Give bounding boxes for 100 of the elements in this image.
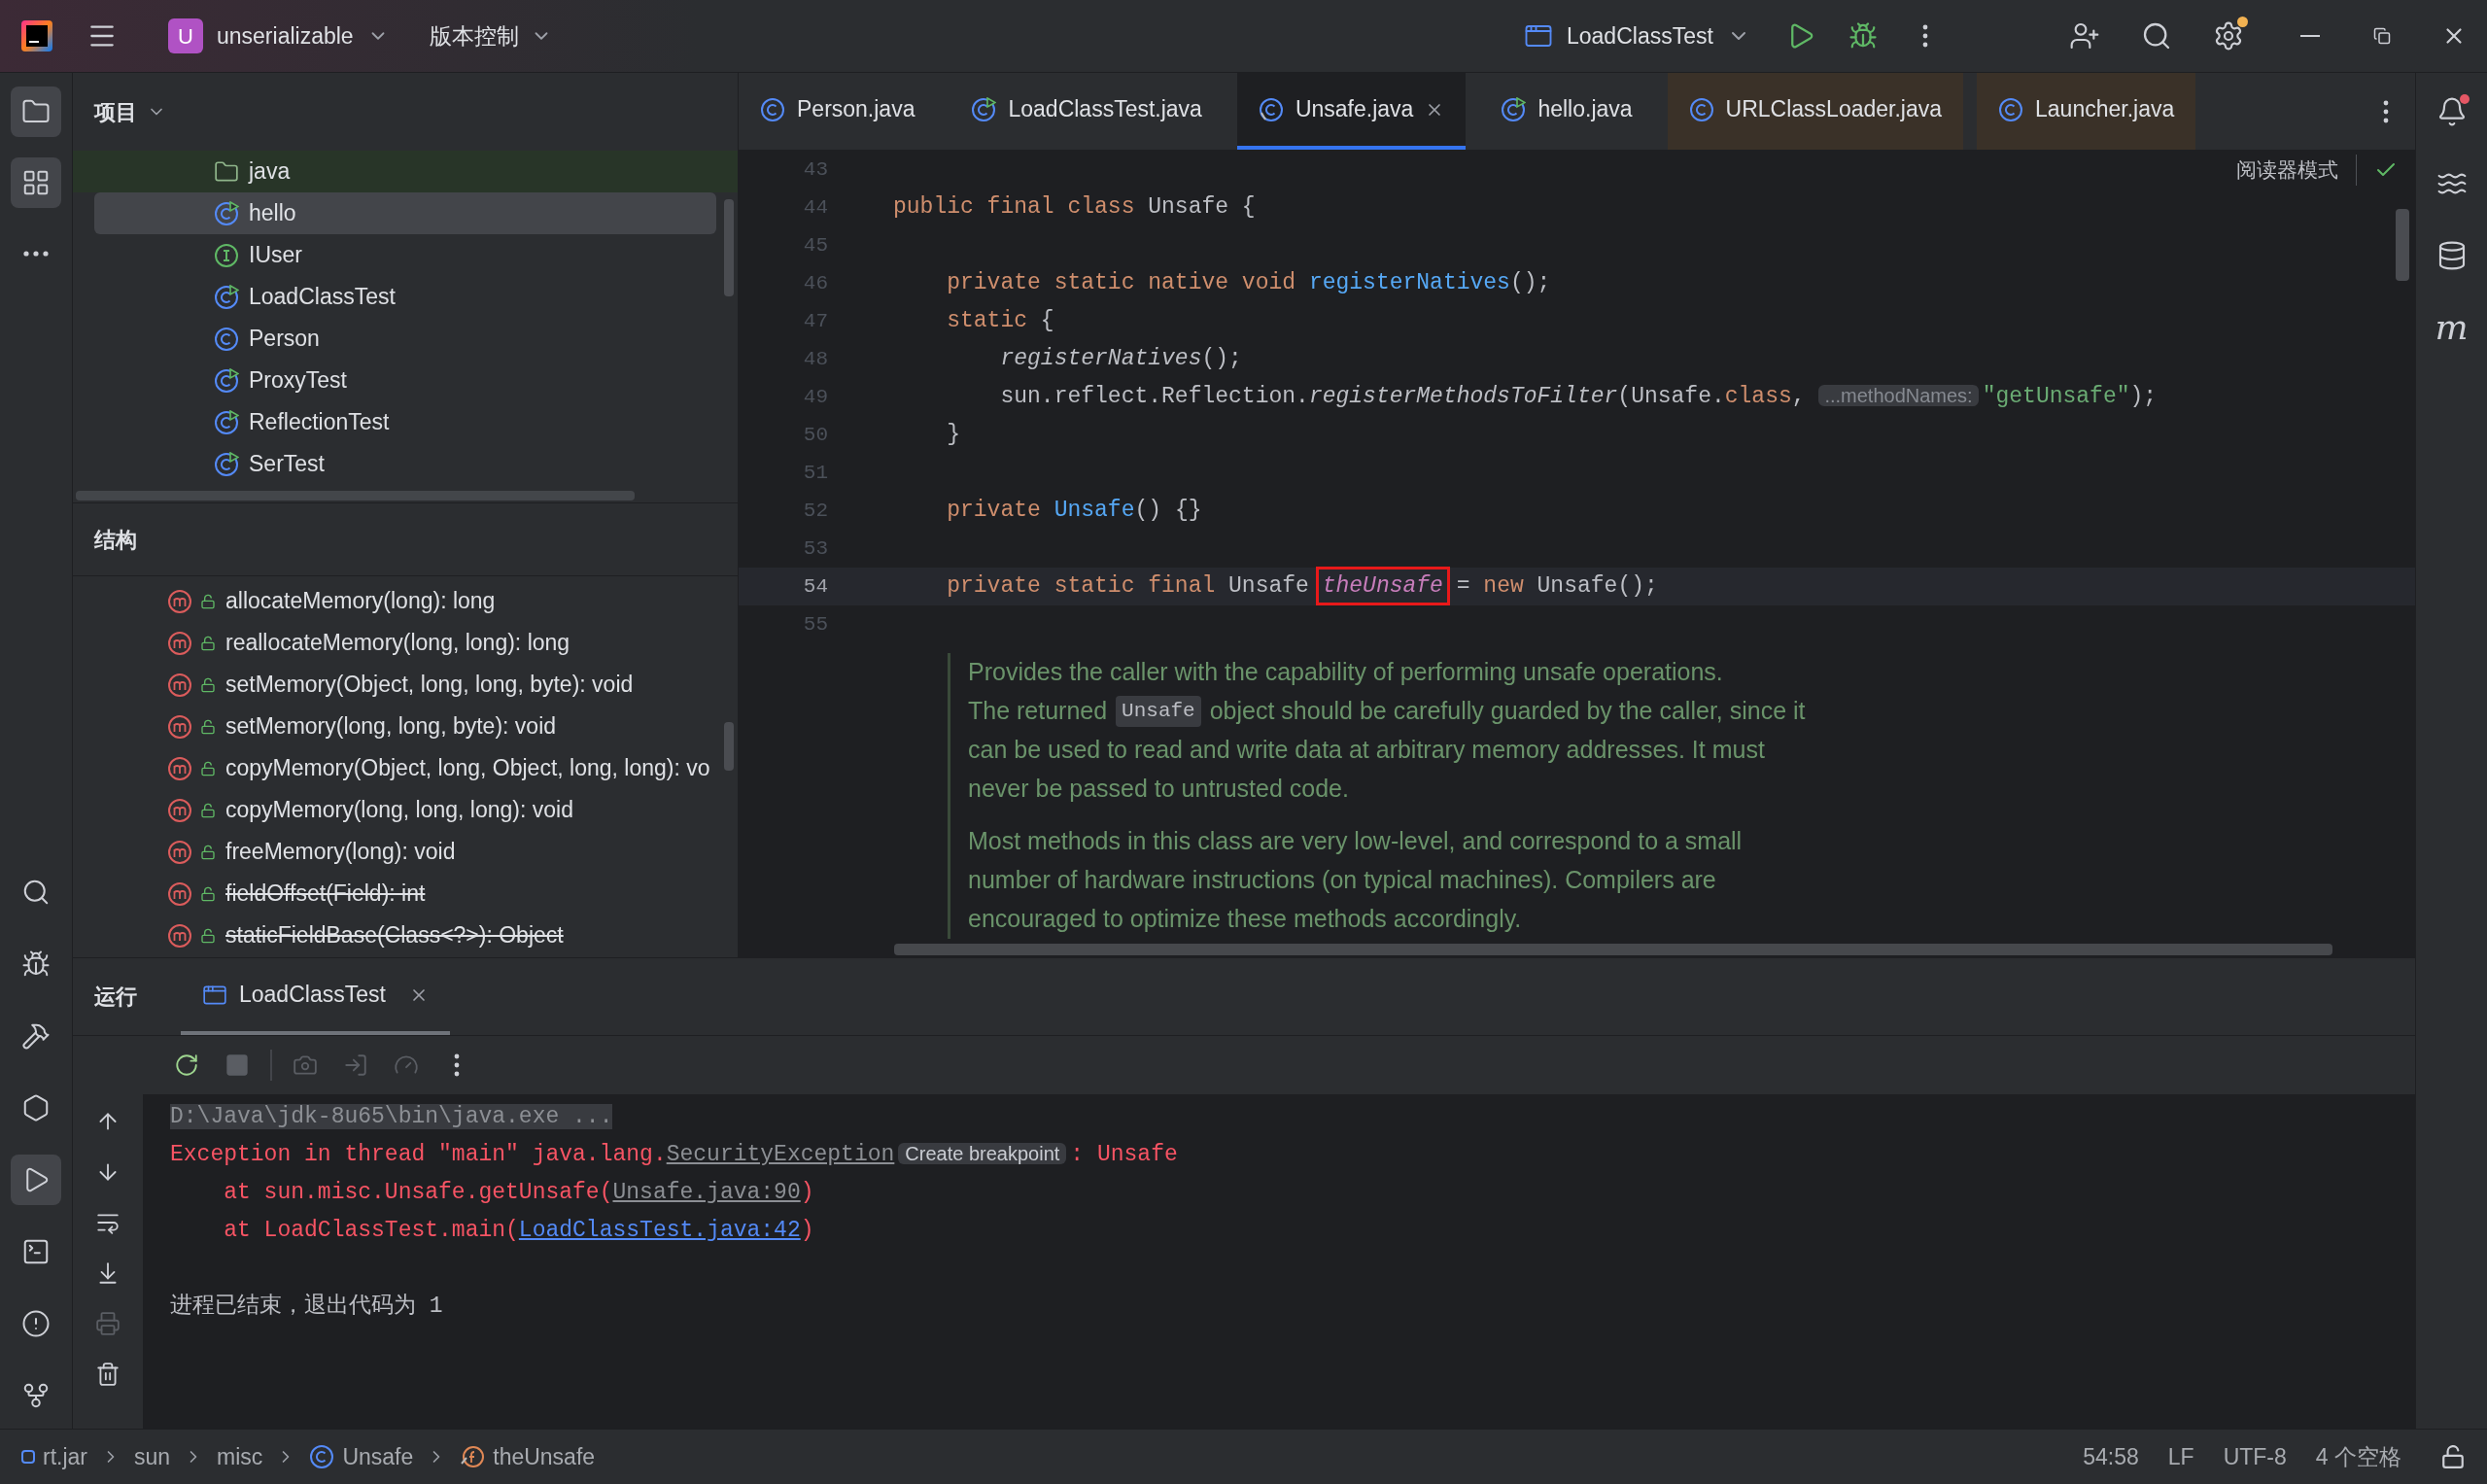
unlocked-icon xyxy=(200,718,216,735)
structure-item[interactable]: setMemory(Object, long, long, byte): void xyxy=(73,664,738,706)
read-only-toggle[interactable] xyxy=(2440,1444,2466,1469)
code-line: private static final Unsafe theUnsafe = new Unsafe(); xyxy=(893,569,1658,604)
console-line: 进程已结束，退出代码为 1 xyxy=(170,1293,443,1322)
structure-item[interactable]: copyMemory(long, long, long): void xyxy=(73,789,738,831)
unlocked-icon xyxy=(200,760,216,777)
scrollbar-thumb[interactable] xyxy=(2396,209,2409,281)
status-item[interactable]: 4 个空格 xyxy=(2315,1439,2401,1474)
structure-item[interactable]: setMemory(long, long, byte): void xyxy=(73,706,738,747)
method-icon xyxy=(167,797,192,823)
search-icon xyxy=(2141,20,2172,52)
console-line: Exception in thread "main" java.lang.SecurityException Create breakpoint : Unsafe xyxy=(170,1141,1178,1170)
structure-item[interactable]: allocateMemory(long): long xyxy=(73,580,738,622)
create-breakpoint-hint[interactable]: Create breakpoint xyxy=(898,1143,1067,1165)
play-tool-button[interactable] xyxy=(11,1155,61,1205)
editor-tab[interactable]: hello.java xyxy=(1479,73,1654,150)
tree-item[interactable]: hello xyxy=(94,192,716,234)
breadcrumb[interactable]: theUnsafe xyxy=(460,1439,596,1474)
editor-tab[interactable]: Person.java xyxy=(739,73,937,150)
status-item[interactable]: 54:58 xyxy=(2083,1439,2139,1474)
runnable-class-icon xyxy=(971,96,997,122)
member-name: copyMemory(long, long, long): void xyxy=(225,796,573,825)
scrollbar-thumb[interactable] xyxy=(724,199,734,296)
panel-title: 运行 xyxy=(94,984,137,1011)
exception-link[interactable]: SecurityException xyxy=(666,1142,895,1168)
restore-icon xyxy=(2373,27,2391,45)
module-icon xyxy=(21,1450,35,1464)
unlocked-icon xyxy=(200,593,216,609)
printer-icon xyxy=(95,1311,121,1336)
hexagon-icon xyxy=(21,1093,51,1122)
structure-item[interactable]: copyMemory(Object, long, Object, long, long): vo xyxy=(73,747,738,789)
breadcrumb[interactable]: sun xyxy=(134,1439,171,1474)
tree-item[interactable]: ProxyTest xyxy=(73,360,738,401)
structure-item[interactable]: reallocateMemory(long, long): long xyxy=(73,622,738,664)
search-icon xyxy=(21,878,51,907)
tree-item[interactable]: IUser xyxy=(73,234,738,276)
method-icon xyxy=(167,630,192,656)
editor-tab[interactable]: Unsafe.java xyxy=(1236,73,1467,150)
project-name: unserializable xyxy=(217,21,354,51)
structure-item[interactable]: freeMemory(long): void xyxy=(73,831,738,873)
runnable-class-icon xyxy=(214,284,239,310)
code-line: private static native void registerNatives(); xyxy=(946,269,1551,298)
unlocked-icon xyxy=(200,635,216,651)
editor-tab[interactable]: LoadClassTest.java xyxy=(950,73,1224,150)
runnable-class-icon xyxy=(214,200,239,226)
scrollbar-thumb[interactable] xyxy=(76,491,635,500)
editor-tab[interactable]: URLClassLoader.java xyxy=(1667,73,1964,150)
scrollbar-thumb[interactable] xyxy=(894,944,2332,955)
structure-item[interactable]: staticFieldBase(Class<?>): Object xyxy=(73,915,738,956)
project-switcher[interactable]: U unserializable xyxy=(160,12,397,60)
unlocked-icon xyxy=(200,802,216,818)
method-icon xyxy=(167,755,192,781)
more-icon xyxy=(2383,99,2389,123)
method-icon xyxy=(167,880,192,907)
member-name: setMemory(Object, long, long, byte): void xyxy=(225,671,634,700)
vcs-menu[interactable]: 版本控制 xyxy=(421,12,560,60)
doc-line: never be passed to untrusted code. xyxy=(968,774,1350,805)
editor-tab[interactable]: Launcher.java xyxy=(1977,73,2196,150)
member-name: copyMemory(Object, long, Object, long, long): vo xyxy=(225,754,710,783)
class-icon xyxy=(760,96,785,122)
runnable-class-icon xyxy=(1501,96,1527,122)
breadcrumb[interactable]: misc xyxy=(217,1439,263,1474)
member-name: setMemory(long, long, byte): void xyxy=(225,712,557,742)
code-line: registerNatives(); xyxy=(999,345,1242,374)
folder-tool-button[interactable] xyxy=(11,86,61,137)
code-line: public final class Unsafe { xyxy=(893,193,1256,223)
unlocked-icon xyxy=(200,844,216,860)
method-icon xyxy=(167,588,192,614)
structure-item[interactable]: fieldOffset(Field): int xyxy=(73,873,738,915)
status-item[interactable]: LF xyxy=(2167,1439,2194,1474)
run-config-selector[interactable]: LoadClassTest xyxy=(1516,12,1758,60)
camera-icon xyxy=(293,1053,318,1078)
code-line: static { xyxy=(946,307,1054,336)
source-link[interactable]: LoadClassTest.java:42 xyxy=(518,1218,801,1244)
runnable-class-icon xyxy=(214,451,239,477)
scrollbar-thumb[interactable] xyxy=(724,722,734,771)
unlocked-icon xyxy=(2440,1444,2466,1469)
alert-icon xyxy=(21,1309,51,1338)
interface-icon xyxy=(214,242,239,268)
breadcrumb[interactable]: rt.jar xyxy=(21,1439,87,1474)
more-icon xyxy=(454,1053,460,1077)
class-icon xyxy=(1998,96,2024,122)
member-name: allocateMemory(long): long xyxy=(225,587,496,616)
structure-tool-button[interactable] xyxy=(11,157,61,208)
status-item[interactable]: UTF-8 xyxy=(2223,1439,2287,1474)
field-icon xyxy=(460,1444,486,1469)
unlocked-icon xyxy=(200,885,216,902)
tree-item[interactable]: LoadClassTest xyxy=(73,276,738,318)
tree-item[interactable]: java xyxy=(73,151,738,192)
tree-item[interactable]: ReflectionTest xyxy=(73,401,738,443)
line-number: 54 xyxy=(802,573,828,600)
run-tab[interactable]: LoadClassTest xyxy=(181,958,450,1035)
tree-item[interactable]: SerTest xyxy=(73,443,738,485)
reader-mode-button[interactable]: 阅读器模式 xyxy=(2236,155,2357,186)
breadcrumb[interactable]: Unsafe xyxy=(309,1439,414,1474)
tree-item[interactable]: Person xyxy=(73,318,738,360)
project-view-selector[interactable]: 项目 xyxy=(94,95,166,128)
source-link[interactable]: Unsafe.java:90 xyxy=(612,1180,801,1206)
maven-tool-button[interactable]: m xyxy=(2426,302,2477,353)
